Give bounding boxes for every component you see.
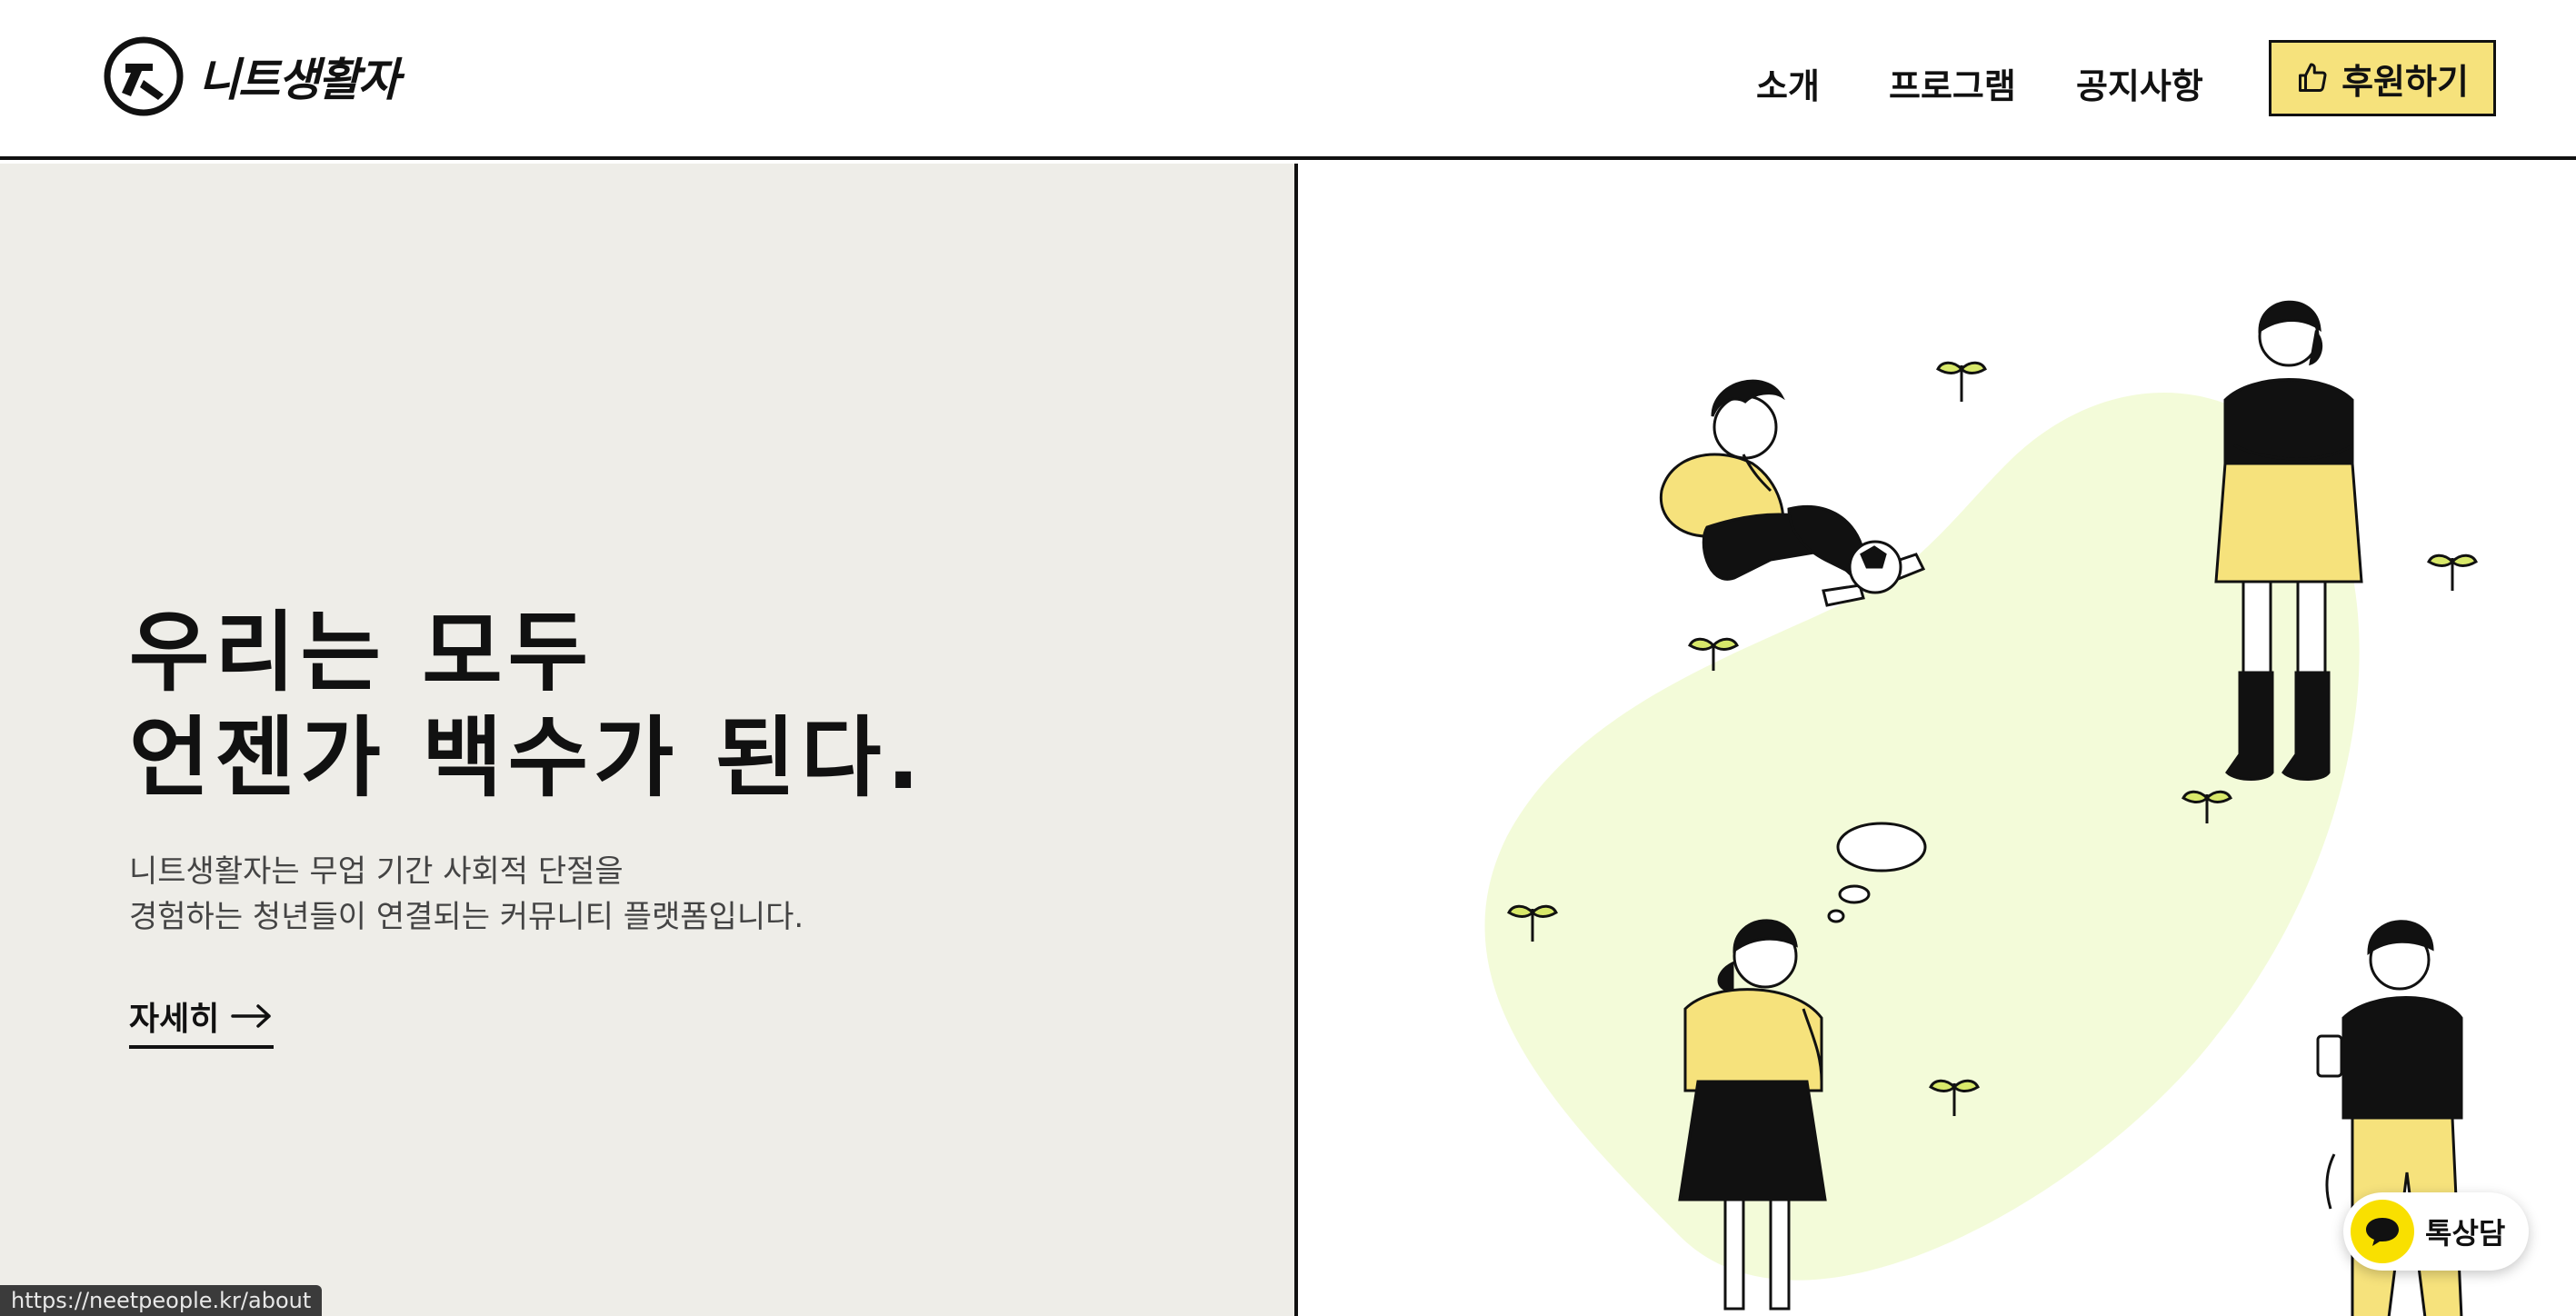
logo[interactable]: 니트생활자 <box>104 36 400 116</box>
status-bar-url: https://neetpeople.kr/about <box>0 1285 323 1316</box>
hero-illustration <box>1484 300 2478 1316</box>
chat-label: 톡상담 <box>2425 1216 2506 1251</box>
hero-description: 니트생활자는 무업 기간 사회적 단절을 경험하는 청년들이 연결되는 커뮤니티… <box>129 849 804 940</box>
description-line-2: 경험하는 청년들이 연결되는 커뮤니티 플랫폼입니다. <box>129 899 804 935</box>
donate-button[interactable]: 후원하기 <box>2269 40 2496 116</box>
sprout-icon <box>1936 361 1987 402</box>
chat-bubble-icon <box>2351 1200 2414 1263</box>
hero-headline: 우리는 모두 언젠가 백수가 된다. <box>129 600 925 811</box>
nav-item-notice[interactable]: 공지사항 <box>2076 58 2203 108</box>
description-line-1: 니트생활자는 무업 기간 사회적 단절을 <box>129 853 624 890</box>
more-link[interactable]: 자세히 <box>129 992 275 1049</box>
nav-item-program[interactable]: 프로그램 <box>1889 58 2016 108</box>
more-label: 자세히 <box>129 1001 220 1038</box>
sitting-person-illustration <box>1659 379 1926 607</box>
sprout-icon <box>2427 553 2478 591</box>
thumbs-up-icon <box>2299 63 2327 92</box>
logo-mark-icon <box>104 36 184 116</box>
arrow-right-icon <box>231 1004 272 1028</box>
hero-illustration-panel <box>1298 164 2576 1316</box>
logo-text: 니트생활자 <box>198 54 400 106</box>
headline-line-2: 언젠가 백수가 된다. <box>129 707 925 809</box>
headline-line-1: 우리는 모두 <box>129 602 594 703</box>
donate-label: 후원하기 <box>2341 61 2469 102</box>
nav-item-about[interactable]: 소개 <box>1756 58 1820 108</box>
site-header: 니트생활자 소개 프로그램 공지사항 후원하기 <box>0 0 2576 160</box>
kakao-chat-button[interactable]: 톡상담 <box>2343 1192 2529 1271</box>
